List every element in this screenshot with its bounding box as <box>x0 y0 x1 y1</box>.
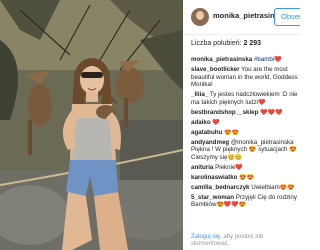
comment-item: agatabuhu 😍😍 <box>191 129 300 138</box>
comment-text: Pieknie <box>215 163 236 171</box>
comment-item: camilla_bednarczyk Uwielbiam😍😍 <box>191 184 300 193</box>
comment-item: _lliia_ Ty jestes nadczłowiekiem :D nie … <box>191 91 300 107</box>
comment-item: bestbrandshop__sklep ❤️❤️❤️ <box>191 109 300 118</box>
comment-emoji: 😍😍 <box>239 174 255 181</box>
comment-item: anituria Pieknie❤️ <box>191 164 300 173</box>
comment-item: adaiko ❤️ <box>191 119 300 128</box>
comment-emoji: ❤️ <box>235 164 243 171</box>
comment-author[interactable]: monika_pietrasinska <box>191 56 252 63</box>
login-link[interactable]: Zaloguj się <box>191 234 220 240</box>
likes-number: 2 293 <box>243 40 262 47</box>
comments-list: monika_pietrasinska #bambi❤️ slave_bootl… <box>191 56 300 211</box>
comment-item: 5_star_woman Przyjęli Cię do rodziny Bam… <box>191 194 300 210</box>
likes-label: Liczba polubień: <box>191 40 242 47</box>
login-prompt: Zaloguj się, aby polubić lub skomentować… <box>191 234 300 248</box>
post-header: monika_pietrasinska Obserwuj <box>183 0 300 35</box>
comment-item: karolinaswiatko 😍😍 <box>191 174 300 183</box>
comment-text: Uwielbiam <box>251 183 280 191</box>
comment-item: monika_pietrasinska #bambi❤️ <box>191 56 300 65</box>
comment-author[interactable]: karolinaswiatko <box>191 174 237 181</box>
comment-author[interactable]: andyandmeg <box>191 139 229 146</box>
comment-author[interactable]: slave_bootlicker <box>191 66 240 73</box>
comment-author[interactable]: bestbrandshop__sklep <box>191 109 258 116</box>
comment-author[interactable]: _lliia_ <box>191 91 208 98</box>
comment-text[interactable]: #bambi <box>254 56 274 63</box>
comment-item: slave_bootlicker You are the most beauti… <box>191 66 300 90</box>
comment-author[interactable]: adaiko <box>191 119 211 126</box>
comment-author[interactable]: agatabuhu <box>191 129 222 136</box>
instagram-post: monika_pietrasinska Obserwuj Liczba polu… <box>0 0 300 250</box>
comment-emoji: ❤️ <box>258 99 266 106</box>
comment-emoji: ❤️ <box>212 119 220 126</box>
post-sidebar: monika_pietrasinska Obserwuj Liczba polu… <box>183 0 300 250</box>
comment-emoji: 😍❤️❤️😍 <box>216 202 247 209</box>
comment-emoji: ❤️ <box>274 57 282 63</box>
comment-author[interactable]: 5_star_woman <box>191 194 234 201</box>
comment-emoji: ❤️❤️❤️ <box>260 109 283 116</box>
post-photo[interactable] <box>0 0 183 250</box>
comment-emoji: 😍😍 <box>279 184 295 191</box>
comment-author[interactable]: camilla_bednarczyk <box>191 184 249 191</box>
comment-emoji: 😍😍 <box>224 129 239 136</box>
comment-author[interactable]: anituria <box>191 164 213 171</box>
comment-emoji: 😊😊 <box>227 154 243 161</box>
post-image <box>0 0 183 250</box>
follow-button[interactable]: Obserwuj <box>274 8 300 26</box>
likes-count: Liczba polubień: 2 293 <box>191 40 261 47</box>
avatar[interactable] <box>191 8 209 26</box>
comment-item: andyandmeg @monika_pietrasinska Piękna !… <box>191 139 300 163</box>
